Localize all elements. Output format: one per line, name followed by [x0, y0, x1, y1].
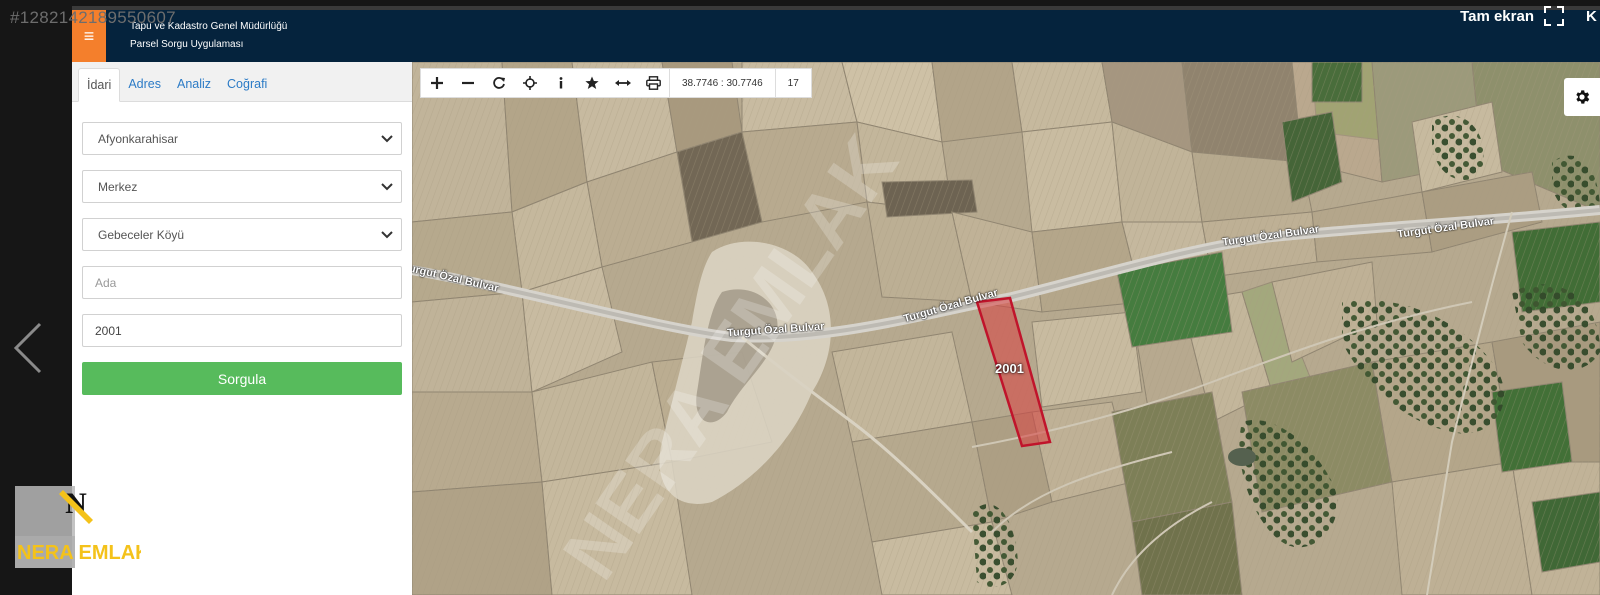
- app-header: ≡ Tapu ve Kadastro Genel Müdürlüğü Parse…: [72, 6, 1600, 62]
- favorite-button[interactable]: [576, 68, 607, 98]
- locate-icon: [522, 76, 537, 90]
- nera-emlak-logo: N NERA EMLAK: [15, 486, 150, 568]
- info-button[interactable]: [545, 68, 576, 98]
- district-select[interactable]: Merkez: [82, 170, 402, 203]
- measure-button[interactable]: [607, 68, 638, 98]
- logo-text: NERA EMLAK: [17, 542, 141, 564]
- app-title: Parsel Sorgu Uygulaması: [130, 39, 244, 50]
- gear-icon: [1576, 90, 1590, 104]
- refresh-icon: [492, 77, 505, 89]
- satellite-map[interactable]: NERA EMLAK Turgut Özal Bulvar Turgut Öza…: [412, 62, 1600, 595]
- hamburger-icon: ≡: [83, 26, 95, 46]
- parcel-input-value: 2001: [95, 323, 122, 338]
- zoom-out-icon: [461, 81, 474, 85]
- zoom-in-icon: [430, 77, 443, 89]
- parcel-query-app: ≡ Tapu ve Kadastro Genel Müdürlüğü Parse…: [72, 6, 1600, 595]
- settings-button[interactable]: [1564, 78, 1600, 116]
- chevron-down-icon: [381, 182, 393, 190]
- coordinate-readout: 38.7746 : 30.7746: [669, 68, 775, 98]
- fullscreen-button[interactable]: Tam ekran: [1460, 6, 1564, 26]
- tab-cografi[interactable]: Coğrafi: [219, 68, 275, 102]
- previous-arrow-icon[interactable]: [10, 318, 50, 378]
- map-toolbar: 38.7746 : 30.7746 17: [420, 68, 812, 98]
- fullscreen-icon: [1544, 6, 1564, 26]
- neighborhood-select[interactable]: Gebeceler Köyü: [82, 218, 402, 251]
- refresh-button[interactable]: [483, 68, 514, 98]
- favorite-icon: [584, 76, 599, 89]
- parcel-input[interactable]: 2001: [82, 314, 402, 347]
- print-icon: [646, 76, 661, 90]
- province-select[interactable]: Afyonkarahisar: [82, 122, 402, 155]
- info-icon: [559, 77, 562, 89]
- province-value: Afyonkarahisar: [98, 131, 179, 146]
- fullscreen-label: Tam ekran: [1460, 7, 1534, 25]
- logo-graphic: N NERA EMLAK: [15, 486, 150, 568]
- edge-letter: K: [1586, 8, 1597, 25]
- parcel-number-label: 2001: [995, 361, 1024, 376]
- query-button[interactable]: Sorgula: [82, 362, 402, 395]
- measure-icon: [614, 80, 631, 86]
- tab-analiz[interactable]: Analiz: [169, 68, 219, 102]
- query-form: Afyonkarahisar Merkez Gebeceler Köyü Ada…: [72, 102, 412, 395]
- zoom-out-button[interactable]: [452, 68, 483, 98]
- tab-adres[interactable]: Adres: [120, 68, 169, 102]
- district-value: Merkez: [98, 179, 138, 194]
- neighborhood-value: Gebeceler Köyü: [98, 227, 185, 242]
- zoom-level-readout: 17: [774, 68, 811, 98]
- listing-id-watermark: #1282142189550607: [10, 8, 176, 27]
- print-button[interactable]: [638, 68, 669, 98]
- block-placeholder: Ada: [95, 275, 117, 290]
- locate-button[interactable]: [514, 68, 545, 98]
- chevron-down-icon: [381, 230, 393, 238]
- screenshot-stage: #1282142189550607 Tam ekran K ≡ Tapu ve …: [0, 0, 1600, 595]
- tab-idari[interactable]: İdari: [78, 68, 121, 102]
- query-tabs: İdari Adres Analiz Coğrafi: [72, 62, 412, 102]
- zoom-in-button[interactable]: [421, 68, 452, 98]
- block-input[interactable]: Ada: [82, 266, 402, 299]
- chevron-down-icon: [381, 134, 393, 142]
